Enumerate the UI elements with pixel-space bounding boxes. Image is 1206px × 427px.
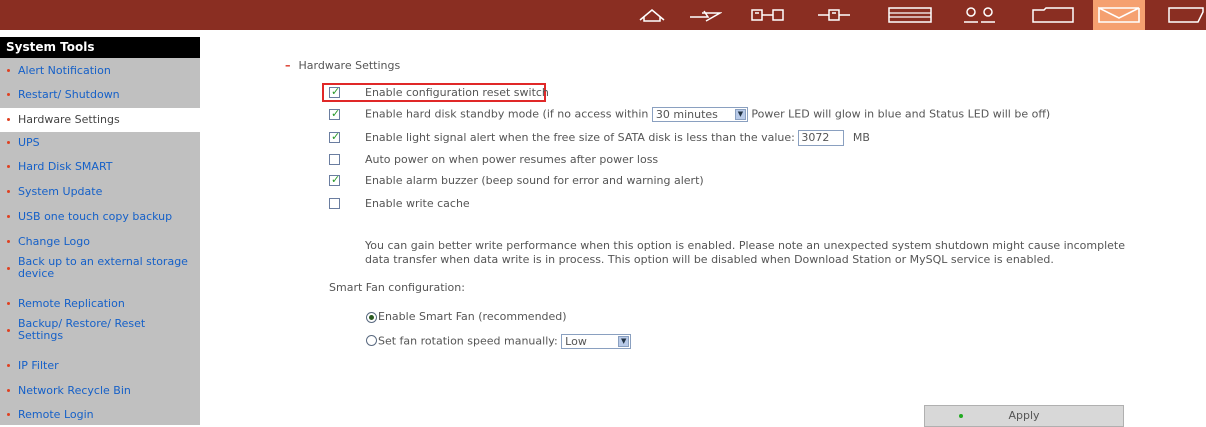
bullet-icon — [7, 118, 10, 121]
sidebar-item-change-logo[interactable]: Change Logo — [0, 236, 200, 248]
logs-icon[interactable] — [1168, 7, 1204, 23]
sidebar-item-label: IP Filter — [18, 359, 59, 372]
standby-label-before: Enable hard disk standby mode (if no acc… — [365, 107, 649, 121]
bullet-icon — [7, 215, 10, 218]
sidebar-item-restart-shutdown[interactable]: Restart/ Shutdown — [0, 89, 200, 101]
write-cache-label: Enable write cache — [365, 197, 470, 210]
light-alert-checkbox[interactable]: ✓ — [329, 130, 341, 143]
checkmark-icon: ✓ — [331, 85, 341, 98]
reset-switch-checkbox[interactable]: ✓ — [329, 85, 341, 98]
network-icon[interactable] — [751, 7, 785, 23]
checkmark-icon: ✓ — [331, 107, 341, 120]
top-navigation-bar — [0, 0, 1206, 30]
sidebar-item-label: Back up to an external storage device — [18, 255, 188, 280]
sidebar-item-usb-copy-backup[interactable]: USB one touch copy backup — [0, 211, 200, 223]
bullet-icon — [7, 69, 10, 72]
sidebar-item-ip-filter[interactable]: IP Filter — [0, 360, 200, 372]
bullet-icon — [7, 302, 10, 305]
storage-icon[interactable] — [888, 7, 932, 23]
sidebar-item-label: System Update — [18, 185, 103, 198]
alarm-buzzer-label: Enable alarm buzzer (beep sound for erro… — [365, 174, 704, 187]
manual-fan-label: Set fan rotation speed manually: — [378, 334, 558, 348]
sidebar-item-system-update[interactable]: System Update — [0, 186, 200, 198]
sidebar-item-alert-notification[interactable]: Alert Notification — [0, 65, 200, 77]
bullet-icon — [7, 413, 10, 416]
services-icon[interactable] — [817, 7, 851, 23]
radio-selected-dot — [369, 315, 374, 320]
bullet-icon — [7, 364, 10, 367]
standby-label-after: Power LED will glow in blue and Status L… — [751, 107, 1051, 121]
sidebar-item-label: USB one touch copy backup — [18, 210, 173, 223]
standby-checkbox[interactable]: ✓ — [329, 107, 341, 120]
section-title[interactable]: – Hardware Settings — [285, 59, 400, 72]
sidebar-item-ups[interactable]: UPS — [0, 137, 200, 149]
collapse-icon[interactable]: – — [285, 59, 291, 72]
sidebar-item-network-recycle-bin[interactable]: Network Recycle Bin — [0, 385, 200, 397]
bullet-icon — [7, 141, 10, 144]
sidebar-item-label: Remote Replication — [18, 297, 125, 310]
auto-power-label: Auto power on when power resumes after p… — [365, 153, 659, 166]
sidebar-item-label: Network Recycle Bin — [18, 384, 131, 397]
sidebar-item-label: Change Logo — [18, 235, 90, 248]
alarm-buzzer-checkbox[interactable]: ✓ — [329, 173, 341, 186]
bullet-icon — [7, 240, 10, 243]
sidebar-title: System Tools — [0, 37, 200, 58]
chevron-down-icon[interactable]: ▼ — [618, 336, 630, 347]
sidebar-item-label: Restart/ Shutdown — [18, 88, 120, 101]
sidebar-item-hardware-settings[interactable]: Hardware Settings — [0, 108, 200, 132]
apply-button[interactable]: Apply — [924, 405, 1124, 427]
bullet-icon — [7, 93, 10, 96]
write-cache-description: You can gain better write performance wh… — [365, 239, 1126, 266]
reset-switch-label: Enable configuration reset switch — [365, 86, 549, 99]
bullet-icon — [7, 190, 10, 193]
status-dot-icon — [959, 414, 963, 418]
bullet-icon — [7, 165, 10, 168]
sidebar-item-hard-disk-smart[interactable]: Hard Disk SMART — [0, 161, 200, 173]
sidebar-item-label: Hard Disk SMART — [18, 160, 113, 173]
sidebar-item-backup-restore-reset[interactable]: Backup/ Restore/ Reset Settings — [0, 318, 178, 342]
fan-speed-select[interactable]: Low ▼ — [561, 334, 632, 349]
sidebar-item-remote-replication[interactable]: Remote Replication — [0, 298, 200, 310]
manual-fan-radio[interactable] — [366, 335, 377, 346]
checkmark-icon: ✓ — [331, 173, 341, 186]
folder-icon[interactable] — [1032, 7, 1074, 23]
free-size-input[interactable]: 3072 — [798, 130, 845, 146]
sidebar-item-remote-login[interactable]: Remote Login — [0, 409, 200, 421]
bullet-icon — [7, 389, 10, 392]
bullet-icon — [7, 267, 10, 270]
checkmark-icon: ✓ — [331, 130, 341, 143]
light-alert-label: Enable light signal alert when the free … — [365, 131, 795, 144]
smart-fan-label: Enable Smart Fan (recommended) — [378, 310, 567, 323]
sidebar-item-label: Backup/ Restore/ Reset Settings — [18, 317, 146, 342]
sidebar-item-label: Remote Login — [18, 408, 94, 421]
smart-fan-title: Smart Fan configuration: — [329, 281, 465, 294]
apply-label: Apply — [1008, 409, 1040, 422]
sidebar-item-external-backup[interactable]: Back up to an external storage device — [0, 256, 198, 280]
free-size-unit: MB — [852, 131, 870, 144]
smart-fan-radio[interactable] — [366, 312, 377, 323]
write-cache-checkbox[interactable] — [329, 198, 340, 209]
chevron-down-icon[interactable]: ▼ — [734, 109, 746, 120]
home-icon[interactable] — [638, 7, 666, 23]
sidebar-item-label: Alert Notification — [18, 64, 111, 77]
light-alert-option: Enable light signal alert when the free … — [365, 130, 870, 146]
standby-duration-select[interactable]: 30 minutes ▼ — [651, 107, 748, 122]
sidebar-item-label: Hardware Settings — [18, 113, 120, 126]
fan-speed-value: Low — [565, 335, 587, 348]
sidebar: System Tools Alert Notification Restart/… — [0, 37, 200, 425]
system-tools-tab-active[interactable] — [1093, 0, 1145, 30]
standby-duration-value: 30 minutes — [655, 108, 718, 121]
sidebar-item-label: UPS — [18, 136, 40, 149]
users-icon[interactable] — [962, 7, 998, 23]
shortcut-icon[interactable] — [688, 7, 722, 23]
manual-fan-option: Set fan rotation speed manually: Low ▼ — [378, 334, 632, 349]
auto-power-checkbox[interactable] — [329, 154, 340, 165]
standby-option: Enable hard disk standby mode (if no acc… — [365, 107, 1050, 122]
section-title-label: Hardware Settings — [298, 59, 401, 72]
bullet-icon — [7, 329, 10, 332]
